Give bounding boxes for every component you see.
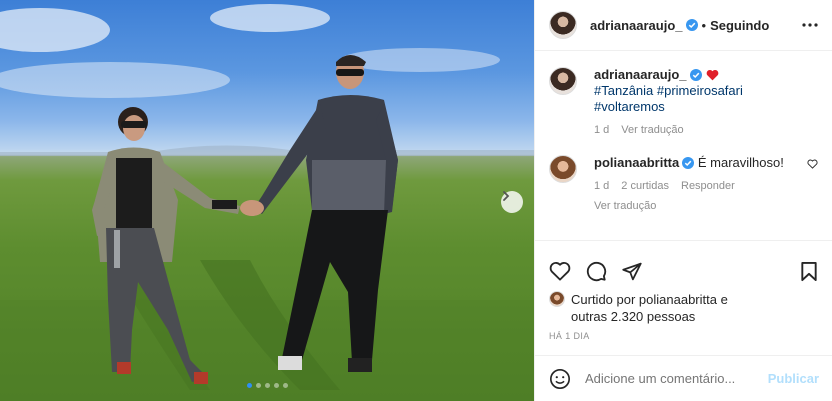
likes-summary[interactable]: Curtido por polianaabritta e outras 2.32… bbox=[535, 291, 832, 325]
comment-text: É maravilhoso! bbox=[697, 155, 784, 170]
comment-likes-count[interactable]: 2 curtidas bbox=[621, 178, 669, 194]
caption-hashtags-line1[interactable]: #Tanzânia #primeirosafari bbox=[594, 83, 743, 98]
caption-avatar[interactable] bbox=[549, 67, 577, 95]
emoji-icon[interactable] bbox=[549, 368, 571, 390]
bookmark-icon[interactable] bbox=[800, 261, 818, 282]
publish-button[interactable]: Publicar bbox=[768, 371, 819, 386]
following-button[interactable]: Seguindo bbox=[710, 18, 769, 33]
caption-translate-link[interactable]: Ver tradução bbox=[621, 122, 683, 138]
carousel-dot bbox=[273, 383, 279, 388]
separator-bullet: • bbox=[701, 17, 707, 33]
post-header: adrianaaraujo_ • Seguindo bbox=[535, 0, 832, 51]
verified-icon bbox=[685, 19, 698, 31]
comment-translate-link[interactable]: Ver tradução bbox=[594, 198, 801, 214]
comments-section[interactable]: adrianaaraujo_ #Tanzânia #primeirosafari… bbox=[535, 51, 832, 241]
comment-reply-button[interactable]: Responder bbox=[681, 178, 735, 194]
likes-line2[interactable]: outras 2.320 pessoas bbox=[571, 309, 695, 324]
caption-meta: 1 d Ver tradução bbox=[594, 122, 818, 138]
post-actions bbox=[535, 241, 832, 289]
post-side-panel: adrianaaraujo_ • Seguindo adrianaaraujo_… bbox=[534, 0, 832, 401]
comment-input[interactable] bbox=[585, 371, 768, 386]
comment-icon[interactable] bbox=[585, 260, 607, 282]
carousel-dot bbox=[246, 383, 252, 388]
carousel-dot bbox=[264, 383, 270, 388]
share-icon[interactable] bbox=[621, 261, 643, 282]
add-comment-bar: Publicar bbox=[535, 355, 832, 401]
comment-username[interactable]: polianaabritta bbox=[594, 155, 679, 170]
verified-icon bbox=[682, 157, 695, 169]
carousel-dot bbox=[255, 383, 261, 388]
caption: adrianaaraujo_ #Tanzânia #primeirosafari… bbox=[549, 67, 818, 138]
likes-line1[interactable]: Curtido por polianaabritta e bbox=[571, 292, 728, 307]
caption-username[interactable]: adrianaaraujo_ bbox=[594, 67, 687, 82]
comment-heart-icon[interactable] bbox=[807, 159, 818, 169]
red-heart-emoji-icon bbox=[706, 69, 718, 81]
caption-time: 1 d bbox=[594, 124, 610, 136]
commenter-avatar[interactable] bbox=[549, 155, 577, 183]
liker-avatar bbox=[549, 291, 565, 307]
carousel-indicator bbox=[0, 383, 534, 388]
caption-hashtags-line2[interactable]: #voltaremos bbox=[594, 99, 665, 114]
verified-icon bbox=[689, 69, 702, 81]
comment-item: polianaabritta É maravilhoso! 1 d 2 curt… bbox=[549, 155, 818, 214]
carousel-dot bbox=[282, 383, 288, 388]
instagram-post-modal: adrianaaraujo_ • Seguindo adrianaaraujo_… bbox=[0, 0, 832, 401]
heart-icon[interactable] bbox=[549, 261, 571, 281]
post-photo[interactable] bbox=[0, 0, 534, 401]
photo-scene bbox=[0, 4, 534, 401]
author-avatar[interactable] bbox=[549, 11, 577, 39]
comment-time: 1 d bbox=[594, 180, 610, 192]
chevron-right-icon bbox=[503, 191, 510, 201]
post-date[interactable]: HÁ 1 DIA bbox=[535, 331, 832, 341]
comment-meta: 1 d 2 curtidas Responder bbox=[594, 178, 801, 194]
author-username[interactable]: adrianaaraujo_ bbox=[590, 18, 683, 33]
more-options-icon[interactable] bbox=[802, 23, 818, 27]
carousel-next-button[interactable] bbox=[501, 191, 523, 213]
